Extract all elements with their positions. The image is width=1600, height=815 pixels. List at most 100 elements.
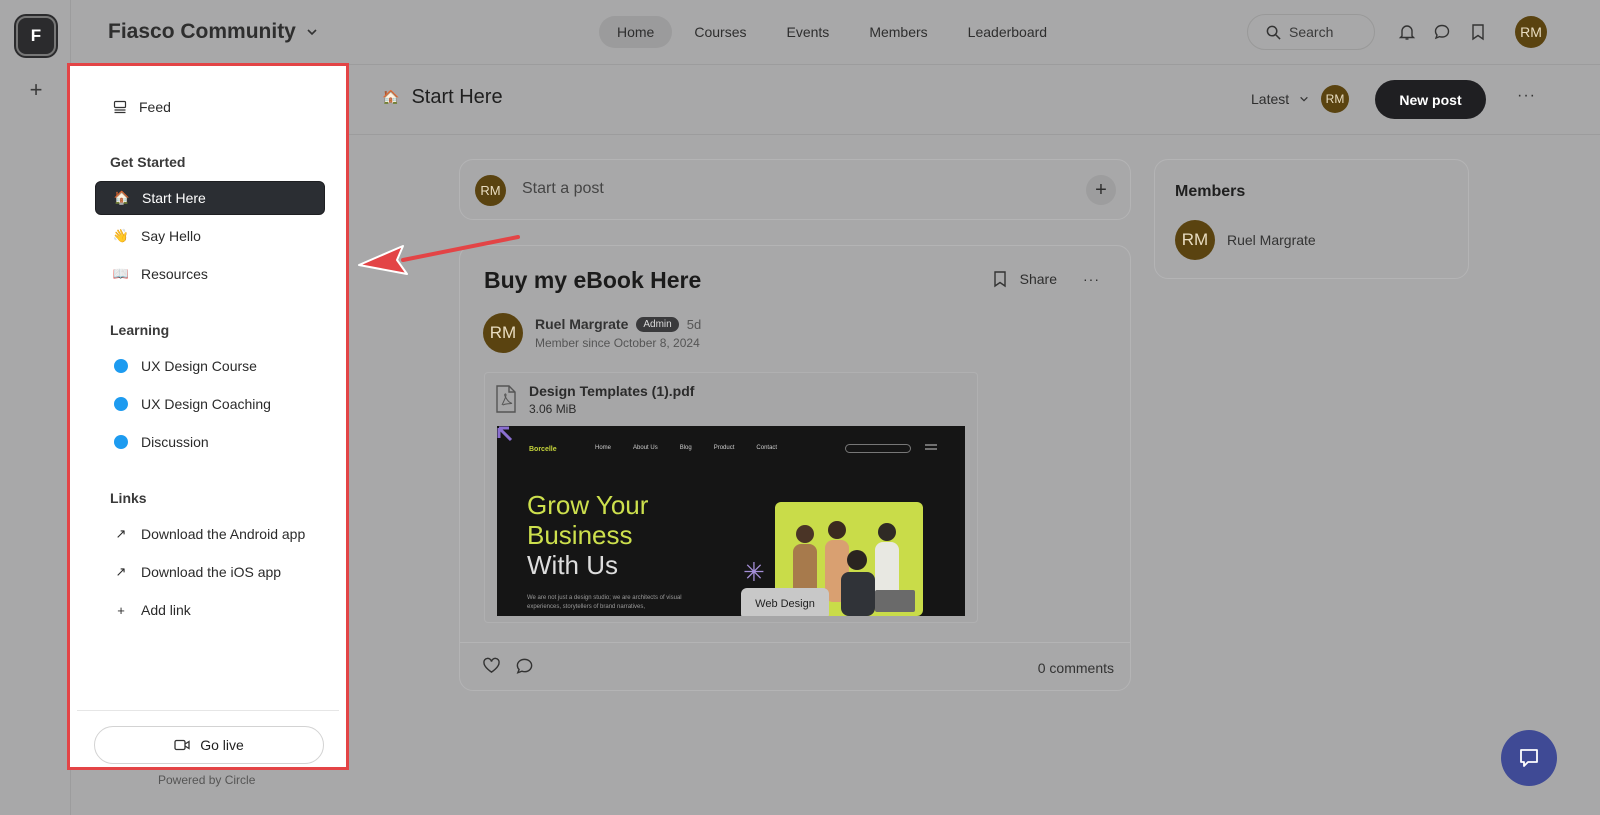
sidebar-item-label: UX Design Coaching: [141, 396, 271, 412]
post-age: 5d: [686, 316, 702, 332]
pdf-file-icon: [496, 385, 516, 413]
author-name[interactable]: Ruel Margrate: [535, 316, 628, 332]
sidebar-item-start-here[interactable]: 🏠 Start Here: [95, 181, 325, 215]
external-link-icon: ↗: [115, 526, 127, 541]
preview-nav-item: Product: [713, 445, 735, 451]
members-widget-title: Members: [1175, 183, 1246, 200]
go-live-button[interactable]: Go live: [94, 726, 324, 764]
composer-placeholder[interactable]: Start a post: [522, 180, 604, 198]
space-member-avatar[interactable]: RM: [1321, 85, 1349, 113]
space-title-text: Start Here: [411, 86, 503, 108]
support-chat-button[interactable]: [1501, 730, 1557, 786]
member-name[interactable]: Ruel Margrate: [1227, 232, 1316, 248]
channel-dot-icon: [114, 397, 128, 411]
chevron-down-icon: [1300, 96, 1308, 102]
sort-dropdown[interactable]: Latest: [1251, 91, 1309, 107]
post-divider: [460, 642, 1130, 643]
preview-nav-item: Contact: [756, 445, 778, 451]
nav-events[interactable]: Events: [769, 16, 848, 48]
post-composer[interactable]: RM Start a post +: [459, 159, 1131, 220]
space-header: 🏠 Start Here Latest RM New post ···: [349, 65, 1600, 135]
more-options-icon[interactable]: ···: [1517, 87, 1536, 105]
sidebar-item-say-hello[interactable]: 👋 Say Hello: [95, 219, 325, 253]
comment-icon[interactable]: [515, 657, 534, 675]
sidebar-item-label: UX Design Course: [141, 358, 257, 374]
community-switcher[interactable]: Fiasco Community: [108, 20, 318, 44]
preview-search-box: [845, 444, 911, 453]
file-attachment[interactable]: Design Templates (1).pdf 3.06 MiB Borcel…: [484, 372, 978, 623]
top-bar: Fiasco Community Home Courses Events Mem…: [71, 0, 1600, 65]
bookmarks-button[interactable]: [1466, 20, 1490, 44]
search-label: Search: [1289, 24, 1334, 40]
sort-label: Latest: [1251, 91, 1290, 107]
sidebar-item-label: Resources: [141, 266, 208, 282]
post-card: Buy my eBook Here Share ··· RM Ruel Marg…: [459, 245, 1131, 691]
heart-icon[interactable]: [482, 657, 501, 674]
bookmark-icon: [1472, 24, 1484, 41]
messages-button[interactable]: [1430, 20, 1454, 44]
community-logo[interactable]: F: [16, 16, 56, 56]
author-avatar[interactable]: RM: [483, 313, 523, 353]
house-icon: 🏠: [113, 190, 131, 205]
nav-members[interactable]: Members: [851, 16, 945, 48]
sidebar-item-feed[interactable]: Feed: [95, 90, 325, 124]
nav-home[interactable]: Home: [599, 16, 673, 48]
sidebar-item-label: Download the Android app: [141, 526, 306, 542]
main-nav: Home Courses Events Members Leaderboard: [599, 16, 1065, 48]
sidebar-item-ux-design-course[interactable]: UX Design Course: [95, 349, 325, 383]
add-post-button[interactable]: +: [1086, 175, 1116, 205]
member-avatar[interactable]: RM: [1175, 220, 1215, 260]
feed-icon: [113, 100, 127, 114]
community-name: Fiasco Community: [108, 20, 296, 43]
sidebar-item-label: Start Here: [142, 190, 206, 206]
preview-headline-line3: With Us: [527, 550, 618, 580]
external-link-icon: ↗: [115, 564, 127, 579]
add-community-button[interactable]: +: [22, 76, 50, 104]
sidebar-item-ios-app[interactable]: ↗ Download the iOS app: [95, 555, 325, 589]
bell-icon: [1398, 25, 1416, 40]
channel-dot-icon: [114, 435, 128, 449]
powered-by-circle[interactable]: Powered by Circle: [158, 773, 255, 787]
sidebar-item-resources[interactable]: 📖 Resources: [95, 257, 325, 291]
preview-web-design-tag: Web Design: [741, 588, 829, 616]
sidebar-divider: [77, 710, 339, 711]
space-title: 🏠 Start Here: [382, 86, 503, 109]
file-size: 3.06 MiB: [529, 402, 577, 416]
open-book-icon: 📖: [112, 266, 130, 281]
search-button[interactable]: Search: [1247, 14, 1375, 50]
file-name[interactable]: Design Templates (1).pdf: [529, 383, 694, 399]
preview-nav-item: About Us: [633, 445, 658, 451]
preview-nav-item: Home: [595, 445, 612, 451]
sidebar-item-ux-design-coaching[interactable]: UX Design Coaching: [95, 387, 325, 421]
user-avatar[interactable]: RM: [1515, 16, 1547, 48]
notifications-button[interactable]: [1395, 20, 1419, 44]
preview-nav-item: Blog: [679, 445, 692, 451]
new-post-button[interactable]: New post: [1375, 80, 1486, 119]
preview-body-text: We are not just a design studio; we are …: [527, 595, 682, 610]
sidebar-item-discussion[interactable]: Discussion: [95, 425, 325, 459]
preview-nav: Home About Us Blog Product Contact: [595, 445, 777, 451]
share-button[interactable]: Share: [1020, 271, 1057, 287]
nav-courses[interactable]: Courses: [676, 16, 764, 48]
sidebar-item-label: Say Hello: [141, 228, 201, 244]
sidebar-group-heading: Get Started: [110, 154, 186, 170]
preview-headline-line1: Grow Your: [527, 490, 649, 520]
go-live-label: Go live: [200, 737, 244, 753]
attachment-preview[interactable]: Borcelle Home About Us Blog Product Cont…: [497, 426, 965, 616]
chat-bubble-icon: [1434, 24, 1450, 40]
sidebar-item-android-app[interactable]: ↗ Download the Android app: [95, 517, 325, 551]
sidebar-item-label: Download the iOS app: [141, 564, 282, 580]
comments-count[interactable]: 0 comments: [1038, 660, 1114, 676]
sidebar-group-heading: Learning: [110, 322, 170, 338]
space-sidebar: Feed Get Started 🏠 Start Here 👋 Say Hell…: [67, 63, 349, 770]
members-widget: Members RM Ruel Margrate: [1154, 159, 1469, 279]
nav-leaderboard[interactable]: Leaderboard: [950, 16, 1065, 48]
post-more-icon[interactable]: ···: [1083, 271, 1100, 287]
channel-dot-icon: [114, 359, 128, 373]
sidebar-item-add-link[interactable]: + Add link: [95, 593, 325, 627]
preview-headline-line2: Business: [527, 520, 633, 550]
corner-arrow-decoration: [497, 426, 513, 442]
bookmark-icon[interactable]: [992, 270, 1008, 288]
search-icon: [1266, 25, 1281, 40]
chevron-down-icon: [307, 29, 317, 36]
